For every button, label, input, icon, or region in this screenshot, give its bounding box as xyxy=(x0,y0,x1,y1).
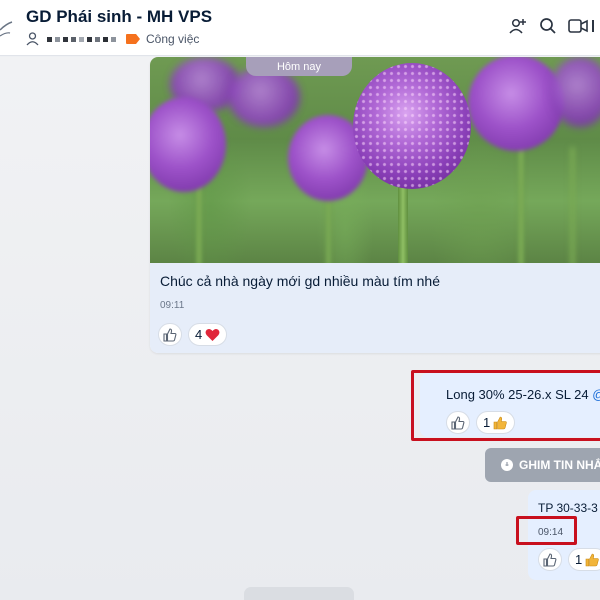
thumbs-up-outline-icon xyxy=(543,552,557,567)
highlight-box-message xyxy=(411,370,600,441)
like-react-button[interactable] xyxy=(538,548,562,571)
reaction-summary-like[interactable]: 1 xyxy=(568,548,600,571)
received-message-time: 09:11 xyxy=(160,300,185,311)
member-icon[interactable] xyxy=(26,32,39,46)
highlight-box-time xyxy=(516,516,577,545)
reaction-summary-heart[interactable]: 4 xyxy=(188,323,228,346)
received-message-footer: Chúc cả nhà ngày mới gd nhiều màu tím nh… xyxy=(150,263,600,353)
received-reactions: 4 xyxy=(158,323,228,346)
shared-photo-allium[interactable] xyxy=(150,57,600,263)
conversation-title[interactable]: GD Phái sinh - MH VPS xyxy=(26,7,212,27)
add-member-icon[interactable] xyxy=(507,15,529,37)
date-divider-badge: Hôm nay xyxy=(246,57,352,76)
member-count-pixelated xyxy=(47,36,116,42)
video-call-icon[interactable] xyxy=(567,15,589,37)
like-react-button[interactable] xyxy=(158,323,182,346)
app-logo-icon xyxy=(0,21,13,37)
conversation-subline: Công việc xyxy=(26,31,199,47)
reaction-count: 1 xyxy=(575,552,583,567)
sent-message-reactions: 1 xyxy=(538,548,600,571)
sent-message-text: TP 30-33-3 xyxy=(538,501,598,515)
chat-header: GD Phái sinh - MH VPS Công việc xyxy=(0,0,600,56)
received-message-text: Chúc cả nhà ngày mới gd nhiều màu tím nh… xyxy=(160,273,441,289)
received-message[interactable]: Hôm nay Chúc cả nhà ngày mới gd nhiều mà… xyxy=(150,57,600,353)
heart-icon xyxy=(205,328,220,341)
thumbs-up-icon xyxy=(585,553,599,566)
scroll-to-bottom-tab[interactable] xyxy=(244,587,354,600)
label-tag-icon xyxy=(126,34,140,44)
search-icon[interactable] xyxy=(537,15,559,37)
thumbs-up-outline-icon xyxy=(163,327,177,342)
reaction-count: 4 xyxy=(195,327,203,342)
more-icon[interactable] xyxy=(592,15,600,37)
pin-message-button[interactable]: GHIM TIN NHẮ xyxy=(485,448,600,482)
pin-message-label: GHIM TIN NHẮ xyxy=(519,458,600,472)
conversation-tag[interactable]: Công việc xyxy=(146,32,199,46)
pin-icon xyxy=(501,459,513,471)
message-list[interactable]: Hôm nay Chúc cả nhà ngày mới gd nhiều mà… xyxy=(0,57,600,600)
